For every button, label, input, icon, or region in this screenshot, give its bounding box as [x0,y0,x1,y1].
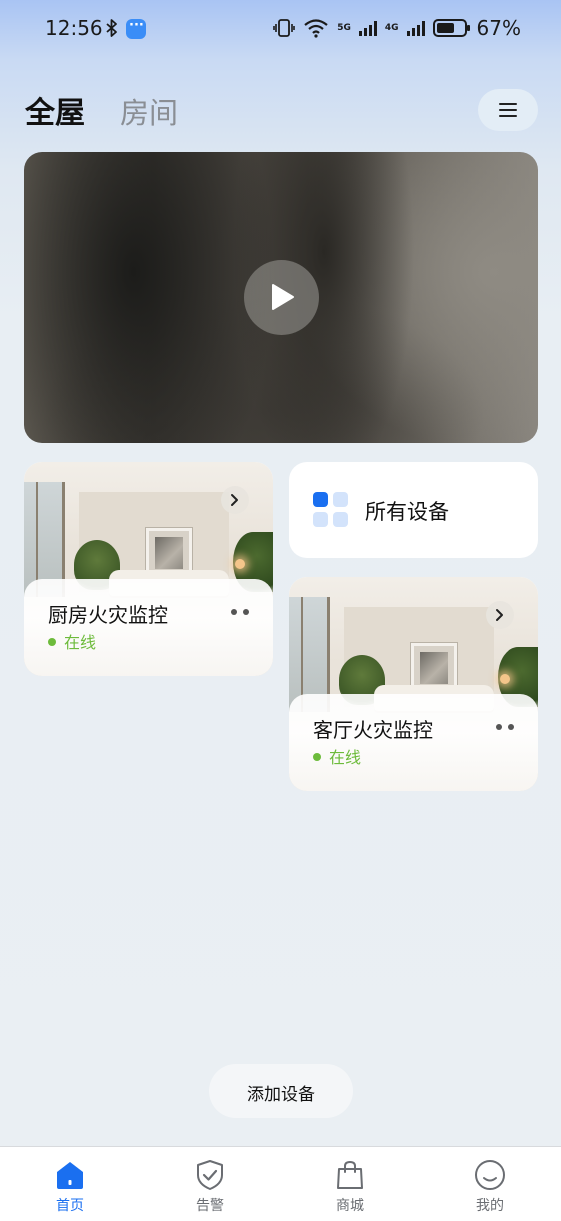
more-dots-icon [231,609,237,615]
shield-check-icon [197,1160,223,1190]
home-icon [57,1162,83,1189]
more-dots-icon [496,724,502,730]
wifi-icon [304,19,328,38]
status-indicators: 5G 4G 67% [273,16,521,40]
chevron-right-icon [231,494,238,506]
tab-profile-label: 我的 [476,1198,504,1214]
tab-whole-house[interactable]: 全屋 [25,88,85,132]
card-open-button[interactable] [486,601,514,629]
device-info-panel: 客厅火灾监控 在线 [289,694,538,791]
device-status: 在线 [48,629,96,653]
device-card-kitchen[interactable]: 厨房火灾监控 在线 [24,462,273,676]
battery-fill [436,23,454,33]
tab-alerts[interactable]: 告警 [140,1147,280,1221]
network-4g-label: 4G [384,23,399,33]
chevron-right-icon [496,609,503,621]
add-device-button[interactable]: 添加设备 [209,1064,353,1118]
menu-icon [499,103,517,105]
grid-icon [313,492,349,528]
tab-rooms[interactable]: 房间 [120,90,178,132]
signal-bars-icon-2 [406,20,425,36]
device-info-panel: 厨房火灾监控 在线 [24,579,273,676]
more-options-button[interactable] [496,724,514,730]
vibrate-icon [273,19,296,37]
online-dot-icon [313,753,321,761]
tab-alerts-label: 告警 [196,1198,224,1214]
battery-percentage: 67% [476,16,521,40]
all-devices-label: 所有设备 [365,500,449,524]
tab-store-label: 商城 [336,1198,364,1214]
device-name: 厨房火灾监控 [48,603,168,627]
more-options-button[interactable] [231,609,249,615]
status-bar: 12:56 5G 4G 67% [0,0,561,58]
play-button[interactable] [244,260,319,335]
menu-button[interactable] [478,89,538,131]
tab-profile[interactable]: 我的 [420,1147,560,1221]
play-icon [272,284,294,310]
shopping-bag-icon [337,1160,363,1189]
tab-home[interactable]: 首页 [0,1147,140,1221]
online-dot-icon [48,638,56,646]
card-open-button[interactable] [221,486,249,514]
tab-store[interactable]: 商城 [280,1147,420,1221]
signal-bars-icon [358,20,377,36]
bottom-tab-bar: 首页 告警 商城 我的 [0,1146,561,1221]
device-card-living-room[interactable]: 客厅火灾监控 在线 [289,577,538,791]
status-time: 12:56 [45,16,103,40]
add-device-label: 添加设备 [247,1085,315,1105]
smiley-icon [475,1160,505,1190]
device-name: 客厅火灾监控 [313,718,433,742]
message-notification-icon [126,18,146,39]
camera-video-preview[interactable] [24,152,538,443]
all-devices-card[interactable]: 所有设备 [289,462,538,558]
device-status: 在线 [313,744,361,768]
battery-icon [432,19,470,37]
network-5g-label: 5G [337,23,351,33]
tab-home-label: 首页 [56,1198,84,1214]
bluetooth-icon [106,19,117,37]
